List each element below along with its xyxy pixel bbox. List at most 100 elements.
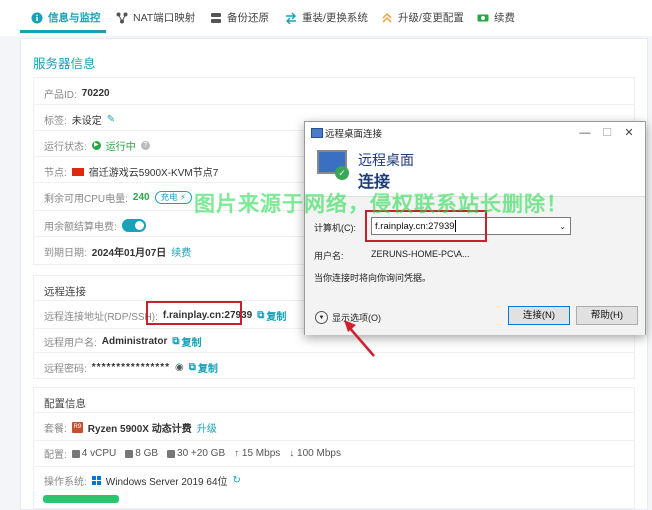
expire-value: 2024年01月07日 — [91, 248, 167, 259]
os-value: Windows Server 2019 64位 — [105, 477, 228, 488]
copy-icon: ⧉ — [188, 362, 196, 373]
info-icon — [31, 12, 43, 24]
divider — [34, 412, 634, 413]
spec-label: 配置: — [44, 450, 67, 461]
username-value: ZERUNS-HOME-PC\A... — [371, 249, 470, 259]
active-tab-indicator — [20, 30, 106, 33]
remote-user-value: Administrator — [101, 336, 168, 347]
plan-row: 套餐: R9 Ryzen 5900X 动态计费 升级 — [44, 420, 217, 435]
card-title: 服务器信息 — [33, 57, 96, 71]
node-value: 宿迁游戏云5900X-KVM节点7 — [88, 168, 219, 179]
chevron-down-circle-icon: ▼ — [315, 311, 328, 324]
play-icon: ▶ — [91, 141, 101, 150]
status-row: 运行状态: ▶ 运行中 ? — [44, 138, 150, 153]
expire-row: 到期日期: 2024年01月07日 续费 — [44, 244, 191, 259]
status-label: 运行状态: — [44, 142, 87, 153]
rdp-small-icon — [311, 128, 323, 138]
tab-backup[interactable]: 备份还原 — [210, 0, 269, 36]
close-button[interactable]: ✕ — [621, 125, 637, 141]
tab-upgrade[interactable]: 升级/变更配置 — [381, 0, 464, 36]
config-section: 配置信息 套餐: R9 Ryzen 5900X 动态计费 升级 配置: 4 vC… — [33, 387, 635, 509]
node-label: 节点: — [44, 168, 67, 179]
cpu-value: 240 — [132, 192, 150, 203]
china-flag-icon — [71, 167, 84, 176]
tag-row: 标签: 未设定 ✎ — [44, 112, 115, 127]
product-id-value: 70220 — [81, 88, 110, 99]
money-icon — [477, 14, 489, 22]
help-button[interactable]: 帮助(H) — [576, 306, 638, 325]
action-button-partial[interactable] — [43, 495, 119, 503]
credentials-note: 当你连接时将向你询问凭据。 — [314, 273, 432, 283]
copy-password-button[interactable]: ⧉ 复制 — [189, 360, 218, 375]
divider — [34, 352, 634, 353]
upgrade-icon — [382, 12, 392, 23]
upload-spec: ↑ 15 Mbps — [234, 448, 281, 459]
expire-label: 到期日期: — [44, 248, 87, 259]
edit-icon[interactable]: ✎ — [107, 114, 115, 125]
upgrade-link[interactable]: 升级 — [197, 420, 217, 435]
balance-label: 用余额结算电费: — [44, 222, 117, 233]
tab-label: 重装/更换系统 — [302, 12, 368, 24]
remote-user-label: 远程用户名: — [44, 338, 97, 349]
disk-spec: 30 +20 GB — [167, 448, 225, 459]
balance-toggle[interactable] — [121, 219, 146, 232]
maximize-button[interactable]: ☐ — [599, 125, 615, 141]
minimize-button[interactable]: — — [577, 125, 593, 141]
tab-label: NAT端口映射 — [133, 12, 196, 24]
status-value: 运行中 — [105, 142, 136, 153]
cpu-icon — [71, 449, 80, 458]
divider — [34, 104, 634, 105]
renew-link[interactable]: 续费 — [171, 244, 191, 259]
help-icon[interactable]: ? — [140, 141, 150, 150]
highlight-box — [146, 301, 242, 325]
database-icon — [211, 13, 221, 23]
spec-row: 配置: 4 vCPU 8 GB 30 +20 GB ↑ 15 Mbps ↓ 10… — [44, 446, 345, 461]
dialog-title: 远程桌面连接 — [325, 129, 383, 140]
download-spec: ↓ 100 Mbps — [289, 448, 341, 459]
cpu-row: 剩余可用CPU电量: 240 充电 ⚡ — [44, 190, 192, 205]
config-title: 配置信息 — [44, 398, 86, 410]
divider — [34, 440, 634, 441]
eye-icon[interactable]: ◉ — [175, 362, 184, 373]
chevron-down-icon[interactable]: ⌄ — [559, 218, 566, 236]
tag-label: 标签: — [44, 116, 67, 127]
tab-reinstall[interactable]: 重装/更换系统 — [285, 0, 368, 36]
red-arrow-icon — [344, 320, 375, 357]
watermark-text: 图片来源于网络，侵权联系站长删除！ — [194, 193, 568, 216]
network-icon — [116, 12, 128, 24]
charge-badge[interactable]: 充电 ⚡ — [154, 191, 192, 204]
copy-address-button[interactable]: ⧉ 复制 — [257, 308, 286, 323]
tab-label: 升级/变更配置 — [398, 12, 464, 24]
tab-renew[interactable]: 续费 — [477, 0, 515, 36]
tab-nat[interactable]: NAT端口映射 — [116, 0, 195, 36]
memory-icon — [125, 449, 134, 458]
cpu-spec: 4 vCPU — [71, 448, 116, 459]
disk-icon — [167, 449, 176, 458]
divider — [34, 466, 634, 467]
remote-user-row: 远程用户名: Administrator ⧉ 复制 — [44, 334, 201, 349]
connect-button[interactable]: 连接(N) — [508, 306, 570, 325]
plan-label: 套餐: — [44, 424, 67, 435]
rdp-check-icon: ✓ — [335, 166, 349, 180]
username-label: 用户名: — [314, 251, 344, 261]
dialog-titlebar[interactable]: 远程桌面连接 — ☐ ✕ — [305, 122, 645, 144]
remote-title: 远程连接 — [44, 286, 86, 298]
swap-icon — [286, 12, 296, 24]
tab-label: 备份还原 — [227, 12, 269, 24]
ram-spec: 8 GB — [125, 448, 158, 459]
tab-label: 续费 — [494, 12, 515, 24]
remote-password-row: 远程密码: **************** ◉ ⧉ 复制 — [44, 360, 218, 375]
copy-icon: ⧉ — [257, 310, 265, 321]
product-id-label: 产品ID: — [44, 90, 77, 101]
cpu-label: 剩余可用CPU电量: — [44, 194, 128, 205]
windows-icon — [91, 476, 101, 485]
lightning-icon: ⚡ — [179, 192, 186, 202]
copy-user-button[interactable]: ⧉ 复制 — [172, 334, 201, 349]
node-row: 节点: 宿迁游戏云5900X-KVM节点7 — [44, 164, 218, 179]
tag-value: 未设定 — [71, 116, 102, 127]
refresh-icon[interactable]: ↻ — [233, 475, 241, 486]
copy-icon: ⧉ — [172, 336, 180, 347]
ryzen-icon: R9 — [71, 422, 83, 433]
banner-line-1: 远程桌面 — [358, 152, 414, 168]
tab-bar: 信息与监控 NAT端口映射 备份还原 重装/更换系统 升级/变更配置 续费 — [0, 0, 652, 36]
